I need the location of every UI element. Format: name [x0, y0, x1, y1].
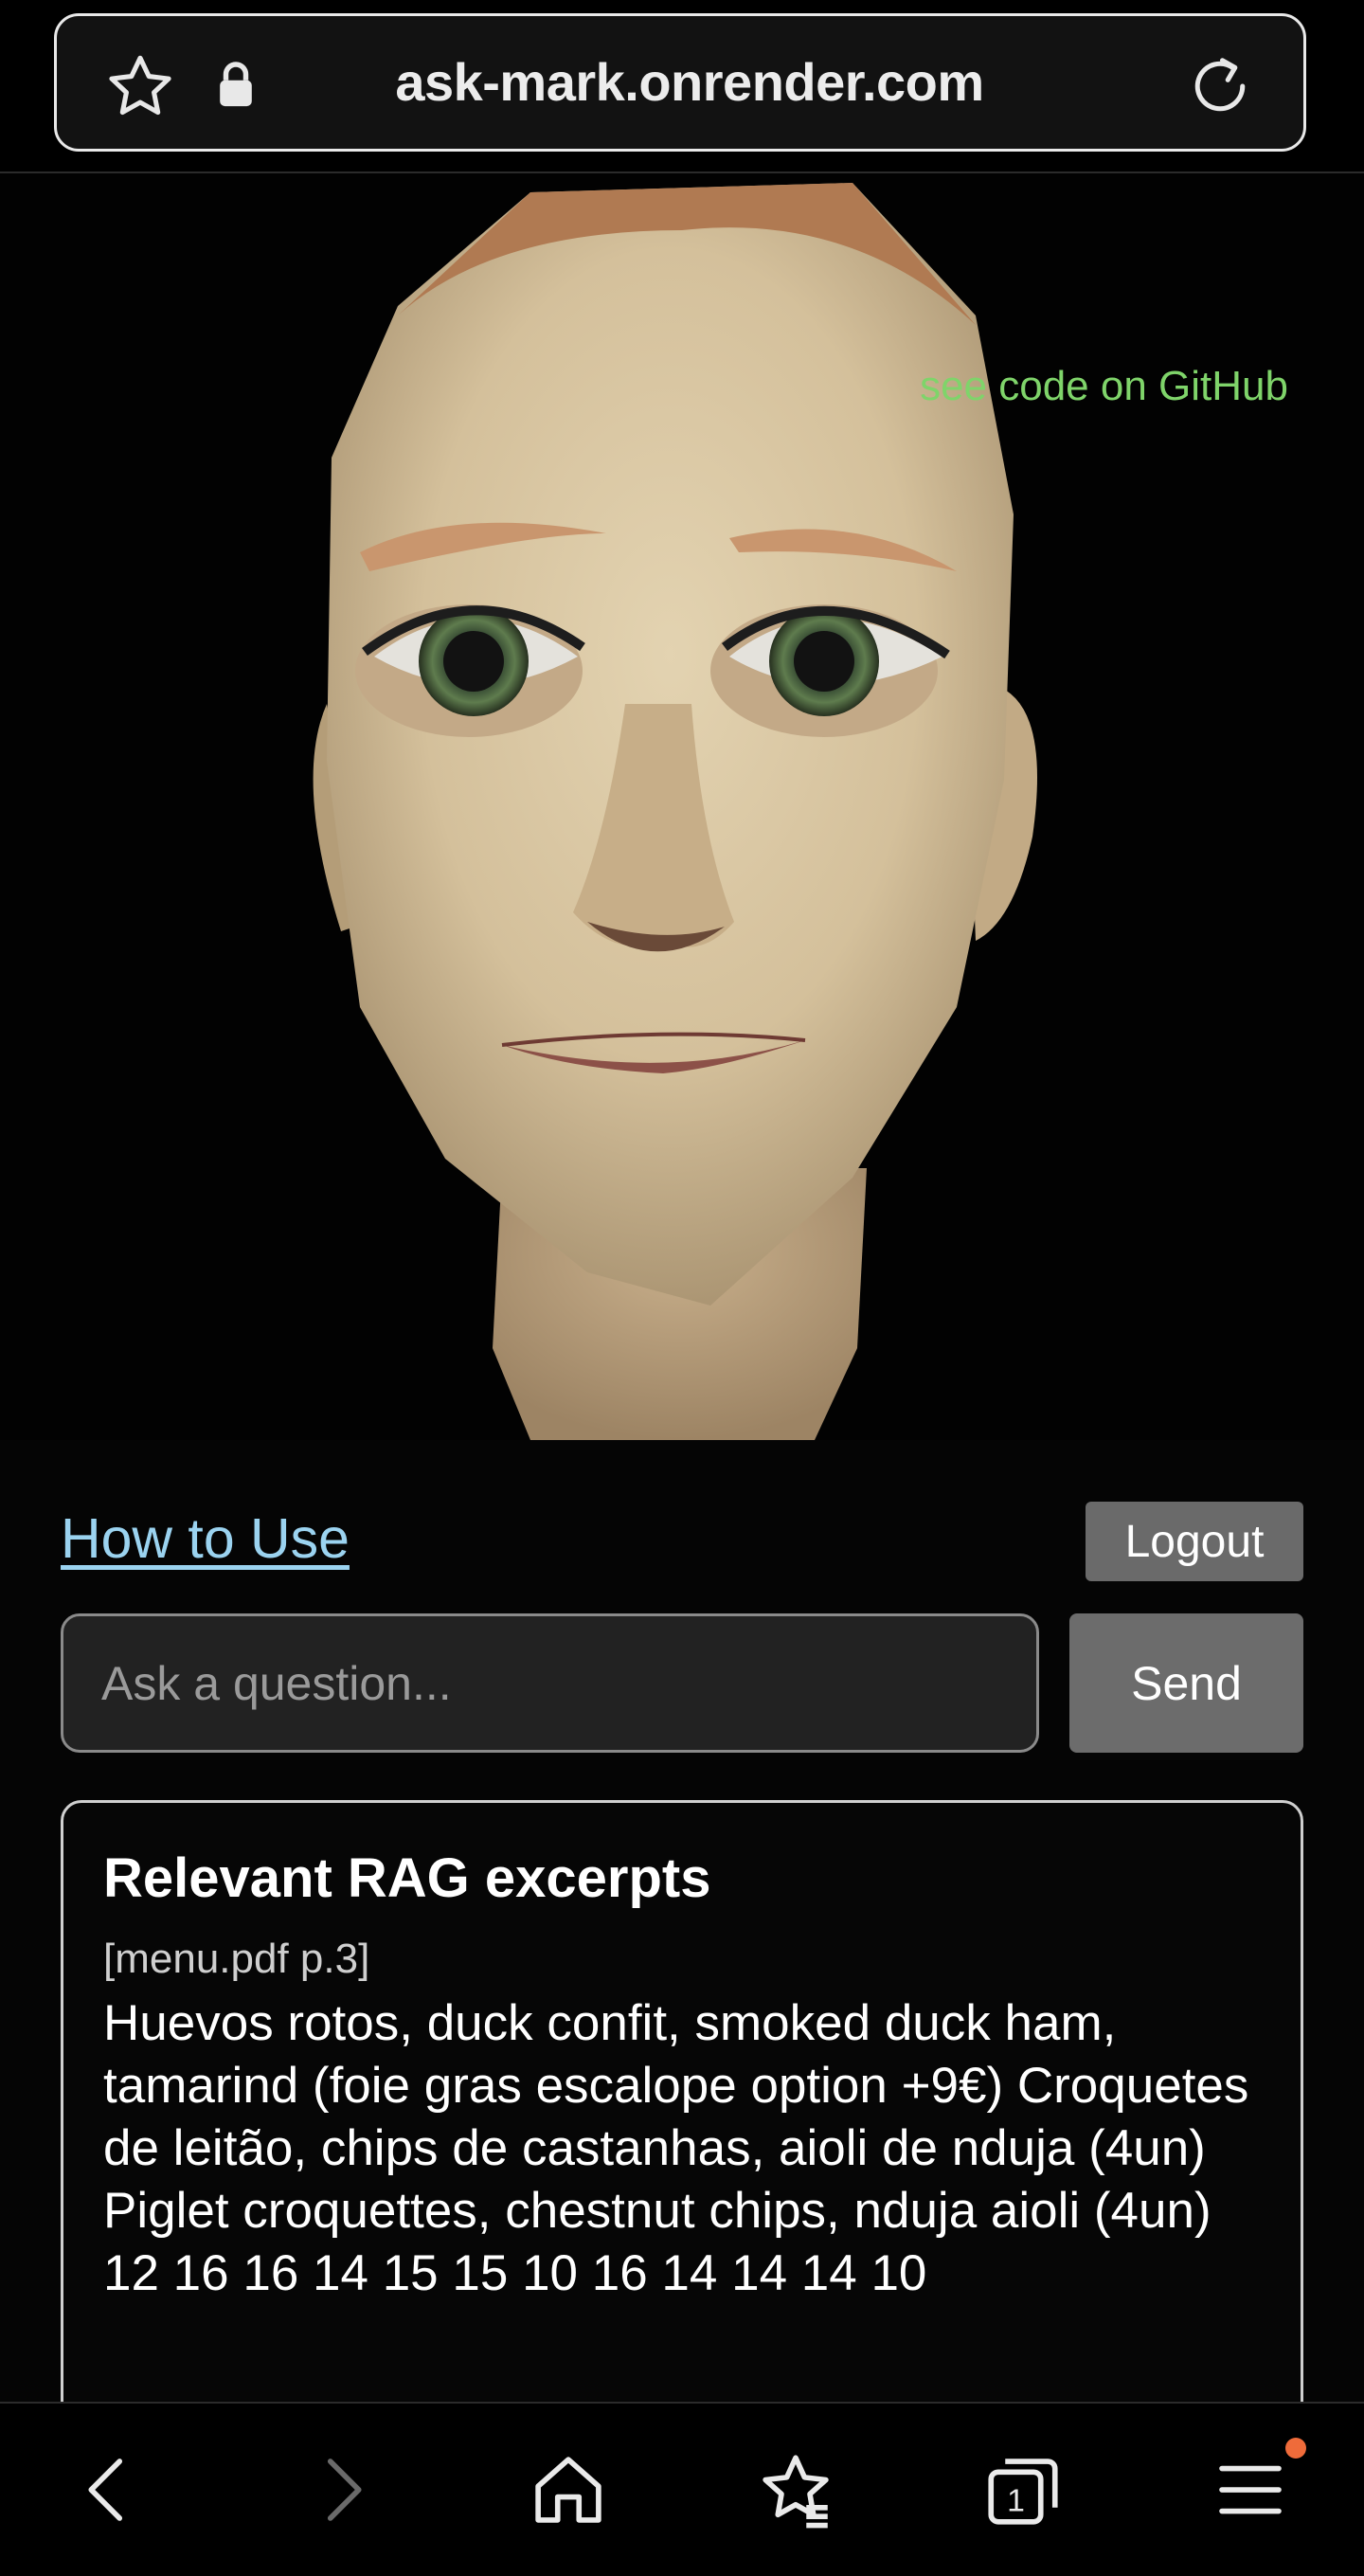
- rag-title: Relevant RAG excerpts: [103, 1847, 711, 1909]
- tabs-button[interactable]: 1: [980, 2447, 1066, 2532]
- excerpt-text: Huevos rotos, duck confit, smoked duck h…: [103, 1995, 1249, 2301]
- tabs-icon: 1: [988, 2459, 1058, 2525]
- back-button[interactable]: [66, 2447, 152, 2532]
- svg-text:1: 1: [1007, 2483, 1025, 2519]
- forward-icon: [327, 2459, 362, 2521]
- star-icon[interactable]: [104, 50, 176, 122]
- notification-dot: [1285, 2438, 1306, 2459]
- url-text[interactable]: ask-mark.onrender.com: [303, 16, 1076, 149]
- send-button[interactable]: Send: [1069, 1613, 1303, 1753]
- logout-button[interactable]: Logout: [1086, 1502, 1303, 1581]
- forward-button[interactable]: [298, 2447, 384, 2532]
- browser-bottom-bar: 1: [0, 2402, 1364, 2576]
- menu-button[interactable]: [1208, 2447, 1293, 2532]
- avatar-canvas: see code on GitHub: [0, 173, 1364, 1440]
- lock-icon: [220, 62, 252, 107]
- back-icon: [88, 2459, 123, 2521]
- address-bar[interactable]: ask-mark.onrender.com: [54, 13, 1306, 152]
- menu-icon: [1219, 2465, 1282, 2514]
- bookmarks-icon: [763, 2455, 829, 2529]
- home-button[interactable]: [526, 2447, 611, 2532]
- home-icon: [535, 2457, 601, 2523]
- how-to-use-link[interactable]: How to Use: [61, 1506, 350, 1571]
- rag-excerpts-panel: Relevant RAG excerpts [menu.pdf p.3] Hue…: [61, 1800, 1303, 2463]
- reload-icon[interactable]: [1184, 50, 1256, 122]
- excerpt-source: [menu.pdf p.3]: [103, 1936, 370, 1982]
- github-link[interactable]: see code on GitHub: [920, 363, 1288, 410]
- bookmarks-button[interactable]: [753, 2447, 838, 2532]
- browser-top-bar: ask-mark.onrender.com: [0, 0, 1364, 173]
- question-input[interactable]: [61, 1613, 1039, 1753]
